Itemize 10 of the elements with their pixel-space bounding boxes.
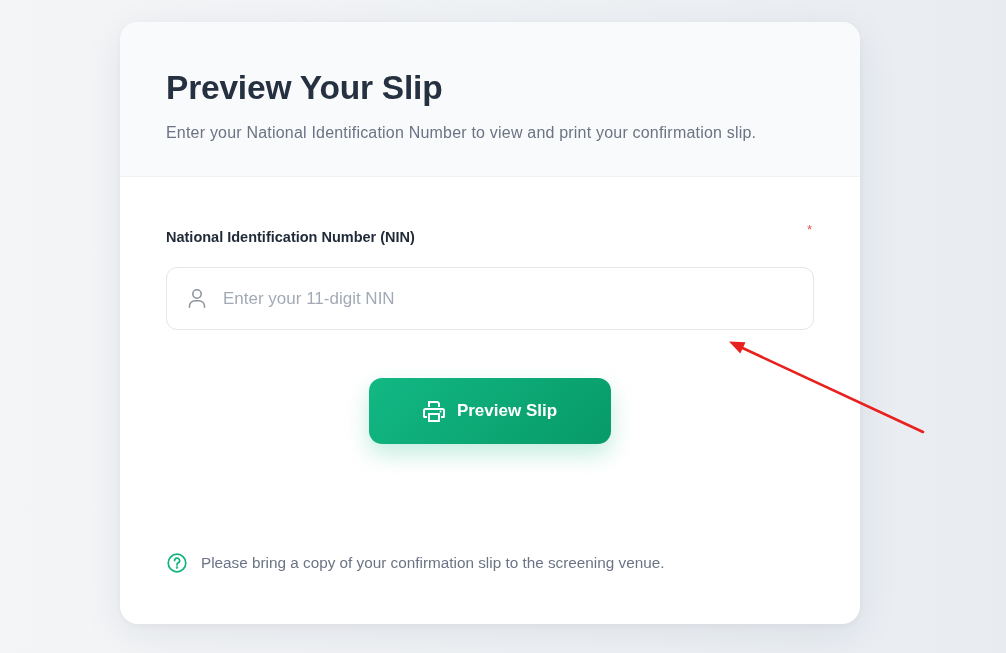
note-text: Please bring a copy of your confirmation slip to the screening venue. [201, 553, 665, 573]
preview-slip-button[interactable]: Preview Slip [369, 378, 611, 444]
user-icon [187, 288, 207, 308]
nin-input-field[interactable]: Enter your 11-digit NIN [166, 267, 814, 330]
field-label: National Identification Number (NIN) [166, 228, 415, 247]
required-mark: * [806, 223, 812, 237]
page-subtitle: Enter your National Identification Number to view and print your confirmation slip. [166, 123, 758, 143]
printer-icon [422, 400, 445, 422]
help-icon [167, 553, 187, 573]
page-title: Preview Your Slip [166, 69, 444, 107]
